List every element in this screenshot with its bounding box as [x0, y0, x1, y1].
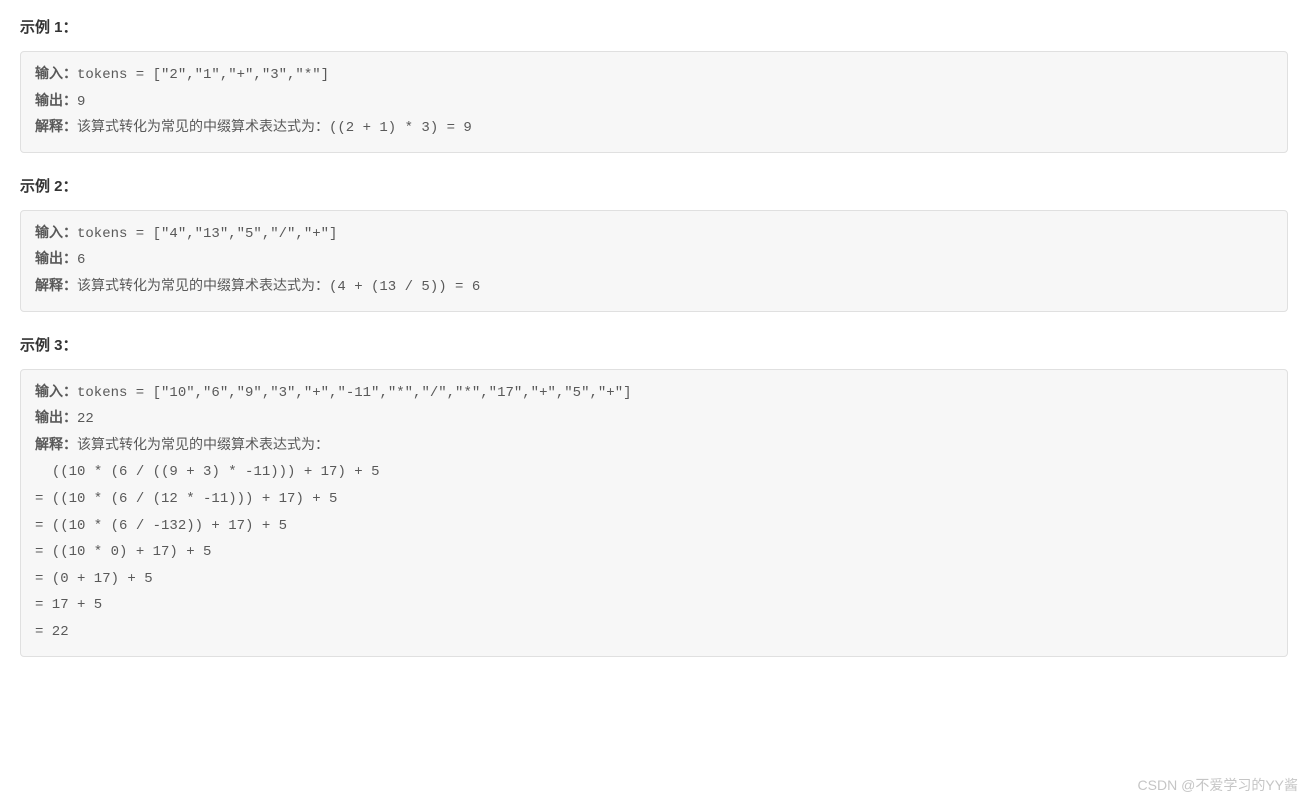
example-code-1: 输入：tokens = ["2","1","+","3","*"] 输出：9 解… [20, 51, 1288, 153]
output-label: 输出： [35, 252, 77, 268]
input-label: 输入： [35, 226, 77, 242]
watermark: CSDN @不爱学习的YY酱 [1138, 775, 1298, 795]
example-title-2: 示例 2： [20, 175, 1288, 196]
explain-label: 解释： [35, 120, 77, 136]
explain-label: 解释： [35, 279, 77, 295]
document-content: 示例 1： 输入：tokens = ["2","1","+","3","*"] 输… [20, 16, 1288, 657]
example-code-2: 输入：tokens = ["4","13","5","/","+"] 输出：6 … [20, 210, 1288, 312]
example-title-3: 示例 3： [20, 334, 1288, 355]
example-code-3: 输入：tokens = ["10","6","9","3","+","-11",… [20, 369, 1288, 657]
output-label: 输出： [35, 94, 77, 110]
example-title-1: 示例 1： [20, 16, 1288, 37]
input-label: 输入： [35, 385, 77, 401]
explain-label: 解释： [35, 438, 77, 454]
input-label: 输入： [35, 67, 77, 83]
output-label: 输出： [35, 411, 77, 427]
